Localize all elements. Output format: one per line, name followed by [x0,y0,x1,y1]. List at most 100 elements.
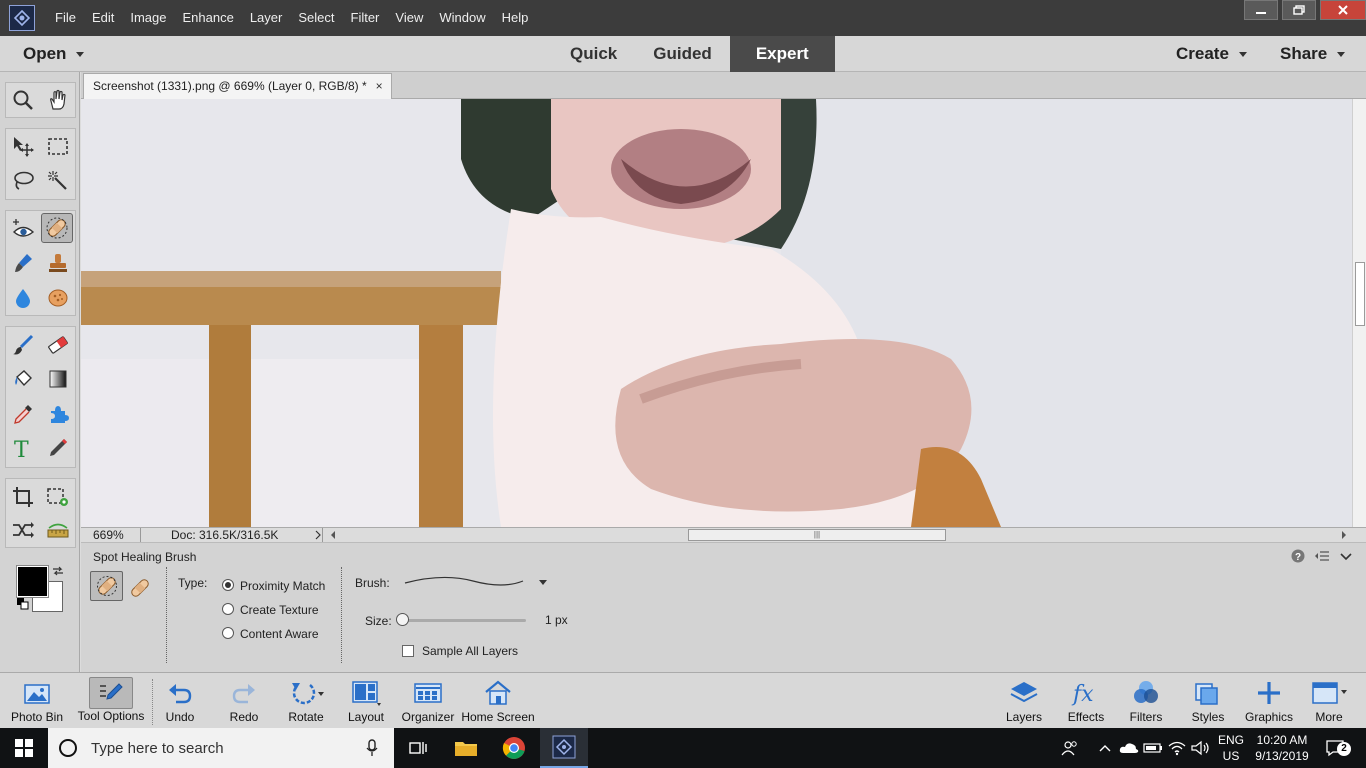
graphics-button[interactable]: Graphics [1242,673,1296,729]
minimize-button[interactable] [1244,0,1278,20]
layers-button[interactable]: Layers [1004,673,1044,729]
size-slider-knob[interactable] [396,613,409,626]
organizer-button[interactable]: Organizer [400,673,456,729]
zoom-tool[interactable] [7,85,39,115]
spot-healing-brush-tool[interactable] [41,213,73,243]
recompose-tool[interactable] [42,482,74,512]
pencil-tool[interactable] [42,433,74,463]
quick-selection-tool[interactable] [42,166,74,196]
layout-button[interactable]: Layout [344,673,388,729]
microphone-icon[interactable] [366,739,378,757]
menu-edit[interactable]: Edit [84,0,122,36]
eraser-tool[interactable] [42,330,74,360]
tab-guided[interactable]: Guided [635,36,730,72]
paint-bucket-tool[interactable] [7,364,39,394]
action-center-button[interactable]: 2 [1320,728,1352,768]
sponge-tool[interactable] [42,283,74,313]
photoshop-elements-taskbar-button[interactable] [540,728,588,768]
menu-view[interactable]: View [387,0,431,36]
marquee-tool[interactable] [42,132,74,162]
radio-content-aware[interactable] [222,627,234,639]
document-tab[interactable]: Screenshot (1331).png @ 669% (Layer 0, R… [83,73,392,99]
horizontal-scroll-thumb[interactable]: ||| [688,529,946,541]
hand-tool[interactable] [42,85,74,115]
onedrive-tray-button[interactable] [1118,728,1140,768]
tab-expert[interactable]: Expert [729,36,835,72]
lasso-tool[interactable] [7,166,39,196]
collapse-panel-icon[interactable] [1340,550,1352,565]
proximity-match-label[interactable]: Proximity Match [240,579,325,593]
clock[interactable]: 10:20 AM 9/13/2019 [1252,728,1312,768]
size-value[interactable]: 1 px [545,613,568,627]
radio-create-texture[interactable] [222,603,234,615]
show-hidden-icons-button[interactable] [1094,728,1116,768]
size-slider-track[interactable] [401,619,526,622]
tab-quick[interactable]: Quick [552,36,635,72]
custom-shape-tool[interactable] [42,399,74,429]
help-icon[interactable]: ? [1291,549,1305,566]
photo-bin-button[interactable]: Photo Bin [4,673,70,729]
type-tool[interactable]: T [7,433,39,463]
effects-button[interactable]: fx Effects [1064,673,1108,729]
healing-brush-variant-button[interactable] [127,575,153,601]
create-texture-label[interactable]: Create Texture [240,603,319,617]
swap-colors-icon[interactable] [51,565,65,580]
red-eye-tool[interactable] [7,214,39,244]
rotate-button[interactable]: Rotate [284,673,328,729]
restore-button[interactable] [1282,0,1316,20]
vertical-scroll-thumb[interactable] [1355,262,1365,326]
file-explorer-taskbar-button[interactable] [442,728,490,768]
default-colors-icon[interactable] [16,597,30,614]
brush-tool[interactable] [7,330,39,360]
sample-all-layers-checkbox[interactable] [402,645,414,657]
sample-all-layers-label[interactable]: Sample All Layers [422,644,518,658]
tool-options-button[interactable]: Tool Options [72,673,150,729]
menu-help[interactable]: Help [494,0,537,36]
radio-proximity-match[interactable] [222,579,234,591]
redo-button[interactable]: Redo [222,673,266,729]
people-button[interactable] [1058,728,1082,768]
menu-select[interactable]: Select [290,0,342,36]
zoom-level[interactable]: 669% [81,528,141,542]
menu-window[interactable]: Window [431,0,493,36]
content-aware-move-tool[interactable] [7,515,39,545]
chrome-taskbar-button[interactable] [490,728,538,768]
wifi-tray-button[interactable] [1166,728,1188,768]
menu-file[interactable]: File [47,0,84,36]
gradient-tool[interactable] [42,364,74,394]
open-button[interactable]: Open [23,36,85,72]
undo-button[interactable]: Undo [158,673,202,729]
volume-tray-button[interactable] [1188,728,1212,768]
filters-button[interactable]: Filters [1126,673,1166,729]
blur-tool[interactable] [7,283,39,313]
straighten-tool[interactable] [42,515,74,545]
panel-menu-icon[interactable] [1314,550,1330,565]
image-canvas[interactable] [81,99,1352,527]
clone-stamp-tool[interactable] [42,248,74,278]
task-view-button[interactable] [394,728,442,768]
home-screen-button[interactable]: Home Screen [460,673,536,729]
input-language-indicator[interactable]: ENG US [1214,728,1248,768]
menu-enhance[interactable]: Enhance [175,0,242,36]
content-aware-label[interactable]: Content Aware [240,627,319,641]
foreground-color-swatch[interactable] [17,566,48,597]
share-button[interactable]: Share [1280,36,1346,72]
crop-tool[interactable] [7,482,39,512]
menu-filter[interactable]: Filter [343,0,388,36]
more-button[interactable]: More [1306,673,1352,729]
menu-layer[interactable]: Layer [242,0,291,36]
spot-healing-variant-button[interactable] [90,571,123,601]
battery-tray-button[interactable] [1142,728,1164,768]
create-button[interactable]: Create [1176,36,1247,72]
taskbar-search-box[interactable]: Type here to search [48,728,394,768]
move-tool[interactable] [7,132,39,162]
menu-image[interactable]: Image [122,0,174,36]
close-tab-icon[interactable]: × [376,74,383,99]
smart-brush-tool[interactable] [7,248,39,278]
vertical-scrollbar[interactable] [1352,99,1366,527]
eyedropper-tool[interactable] [7,399,39,429]
start-button[interactable] [0,728,48,768]
brush-preset-picker[interactable] [403,573,553,596]
styles-button[interactable]: Styles [1188,673,1228,729]
close-button[interactable] [1320,0,1366,20]
